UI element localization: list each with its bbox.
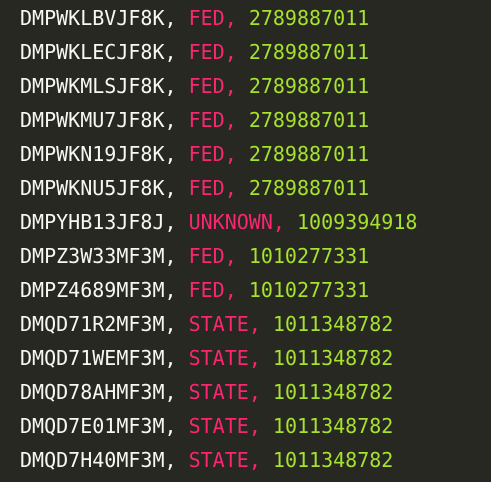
kind-comma: , (224, 108, 237, 132)
code-editor-view[interactable]: DMPWKLBVJF8K, FED, 2789887011 DMPWKLECJF8… (20, 1, 417, 477)
separator: , (164, 108, 189, 132)
code-line[interactable]: DMQD7E01MF3M, STATE, 1011348782 (20, 409, 417, 443)
record-number: 1011348782 (272, 346, 394, 370)
separator: , (164, 6, 189, 30)
record-id: DMQD71WEMF3M (20, 346, 165, 370)
separator: , (164, 176, 189, 200)
record-number: 2789887011 (248, 40, 370, 64)
kind-comma: , (224, 40, 237, 64)
separator: , (164, 142, 189, 166)
separator: , (164, 244, 189, 268)
record-kind: STATE (188, 414, 249, 438)
record-id: DMPZ4689MF3M (20, 278, 165, 302)
record-number: 1011348782 (272, 312, 394, 336)
kind-comma: , (248, 312, 261, 336)
kind-comma: , (224, 142, 237, 166)
record-kind: STATE (188, 312, 249, 336)
code-line[interactable]: DMPWKN19JF8K, FED, 2789887011 (20, 137, 417, 171)
code-line[interactable]: DMPWKNU5JF8K, FED, 2789887011 (20, 171, 417, 205)
record-kind: UNKNOWN (188, 210, 273, 234)
record-id: DMPWKLBVJF8K (20, 6, 165, 30)
record-kind: FED (188, 176, 225, 200)
record-number: 2789887011 (248, 176, 370, 200)
record-kind: FED (188, 40, 225, 64)
record-number: 1010277331 (248, 278, 370, 302)
code-line[interactable]: DMPWKMU7JF8K, FED, 2789887011 (20, 103, 417, 137)
kind-comma: , (248, 380, 261, 404)
record-id: DMPZ3W33MF3M (20, 244, 165, 268)
code-line[interactable]: DMQD78AHMF3M, STATE, 1011348782 (20, 375, 417, 409)
code-line[interactable]: DMQD71R2MF3M, STATE, 1011348782 (20, 307, 417, 341)
kind-comma: , (248, 346, 261, 370)
separator: , (164, 346, 189, 370)
code-line[interactable]: DMPZ3W33MF3M, FED, 1010277331 (20, 239, 417, 273)
kind-comma: , (272, 210, 285, 234)
record-id: DMPWKMU7JF8K (20, 108, 165, 132)
record-id: DMQD71R2MF3M (20, 312, 165, 336)
kind-comma: , (248, 414, 261, 438)
code-line[interactable]: DMQD7H40MF3M, STATE, 1011348782 (20, 443, 417, 477)
separator: , (164, 448, 189, 472)
kind-comma: , (224, 176, 237, 200)
record-number: 1011348782 (272, 448, 394, 472)
record-number: 2789887011 (248, 74, 370, 98)
separator: , (164, 414, 189, 438)
record-id: DMPYHB13JF8J (20, 210, 165, 234)
record-number: 1009394918 (296, 210, 418, 234)
code-line[interactable]: DMPZ4689MF3M, FED, 1010277331 (20, 273, 417, 307)
record-kind: FED (188, 244, 225, 268)
record-number: 2789887011 (248, 6, 370, 30)
kind-comma: , (224, 74, 237, 98)
record-number: 2789887011 (248, 108, 370, 132)
record-number: 1011348782 (272, 414, 394, 438)
record-id: DMPWKMLSJF8K (20, 74, 165, 98)
code-line[interactable]: DMPWKMLSJF8K, FED, 2789887011 (20, 69, 417, 103)
record-kind: STATE (188, 346, 249, 370)
code-line[interactable]: DMQD71WEMF3M, STATE, 1011348782 (20, 341, 417, 375)
record-kind: FED (188, 278, 225, 302)
record-number: 1011348782 (272, 380, 394, 404)
record-id: DMQD78AHMF3M (20, 380, 165, 404)
separator: , (164, 278, 189, 302)
record-number: 2789887011 (248, 142, 370, 166)
separator: , (164, 74, 189, 98)
record-id: DMQD7H40MF3M (20, 448, 165, 472)
record-kind: FED (188, 6, 225, 30)
separator: , (164, 210, 189, 234)
kind-comma: , (248, 448, 261, 472)
record-kind: STATE (188, 448, 249, 472)
separator: , (164, 380, 189, 404)
kind-comma: , (224, 278, 237, 302)
record-kind: FED (188, 74, 225, 98)
record-kind: FED (188, 108, 225, 132)
record-id: DMQD7E01MF3M (20, 414, 165, 438)
separator: , (164, 40, 189, 64)
kind-comma: , (224, 244, 237, 268)
kind-comma: , (224, 6, 237, 30)
code-line[interactable]: DMPYHB13JF8J, UNKNOWN, 1009394918 (20, 205, 417, 239)
code-line[interactable]: DMPWKLBVJF8K, FED, 2789887011 (20, 1, 417, 35)
record-id: DMPWKLECJF8K (20, 40, 165, 64)
record-kind: FED (188, 142, 225, 166)
code-line[interactable]: DMPWKLECJF8K, FED, 2789887011 (20, 35, 417, 69)
record-kind: STATE (188, 380, 249, 404)
record-id: DMPWKN19JF8K (20, 142, 165, 166)
record-id: DMPWKNU5JF8K (20, 176, 165, 200)
record-number: 1010277331 (248, 244, 370, 268)
separator: , (164, 312, 189, 336)
